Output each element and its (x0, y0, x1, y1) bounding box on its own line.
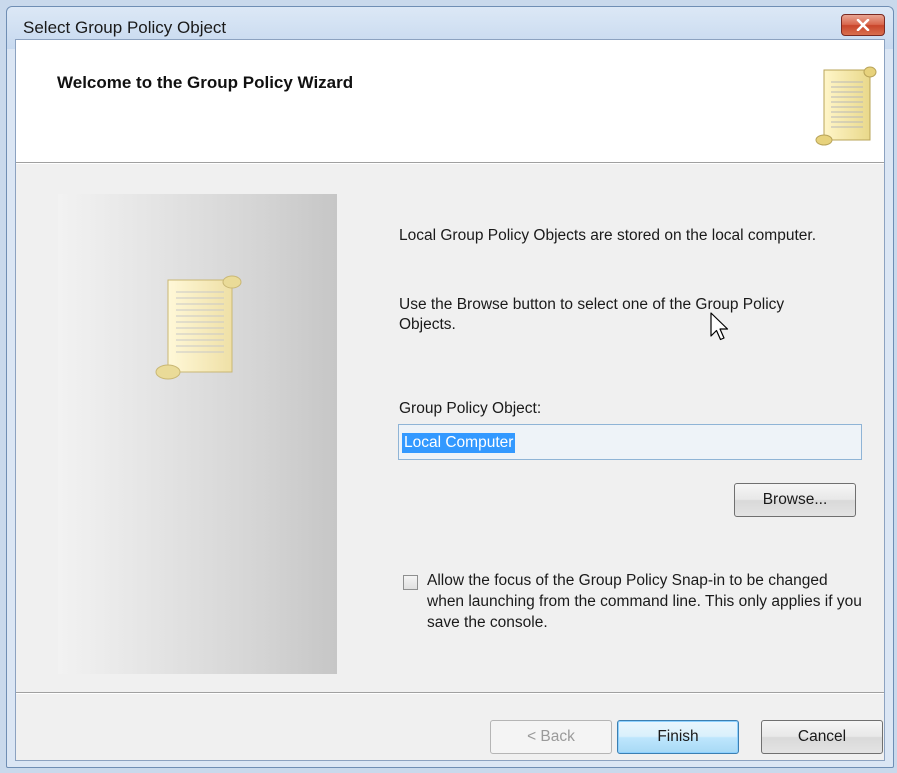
info-text-local-gpo: Local Group Policy Objects are stored on… (399, 227, 816, 244)
dialog-client-area: Welcome to the Group Policy Wizard Local… (15, 39, 885, 761)
close-icon (856, 19, 870, 31)
footer-divider (16, 692, 884, 694)
allow-focus-checkbox[interactable] (403, 575, 418, 590)
header-divider (16, 162, 884, 164)
browse-button[interactable]: Browse... (734, 483, 856, 517)
allow-focus-checkbox-label[interactable]: Allow the focus of the Group Policy Snap… (427, 570, 867, 633)
info-text-browse: Use the Browse button to select one of t… (399, 296, 785, 333)
gpo-name-value: Local Computer (402, 433, 516, 453)
close-button[interactable] (841, 14, 885, 36)
dialog-window: Select Group Policy Object Welcome to th… (6, 6, 894, 768)
scroll-icon (814, 64, 880, 153)
header-title: Welcome to the Group Policy Wizard (57, 73, 354, 92)
wizard-side-panel (58, 194, 337, 674)
wizard-header: Welcome to the Group Policy Wizard (16, 40, 884, 162)
cancel-button[interactable]: Cancel (761, 720, 883, 754)
mouse-cursor-icon (710, 312, 730, 347)
back-button[interactable]: < Back (490, 720, 612, 754)
finish-button[interactable]: Finish (617, 720, 739, 754)
gpo-name-field[interactable]: Local Computer (398, 424, 862, 460)
window-title: Select Group Policy Object (23, 18, 227, 37)
gpo-label: Group Policy Object: (399, 400, 542, 417)
scroll-icon (146, 274, 250, 389)
